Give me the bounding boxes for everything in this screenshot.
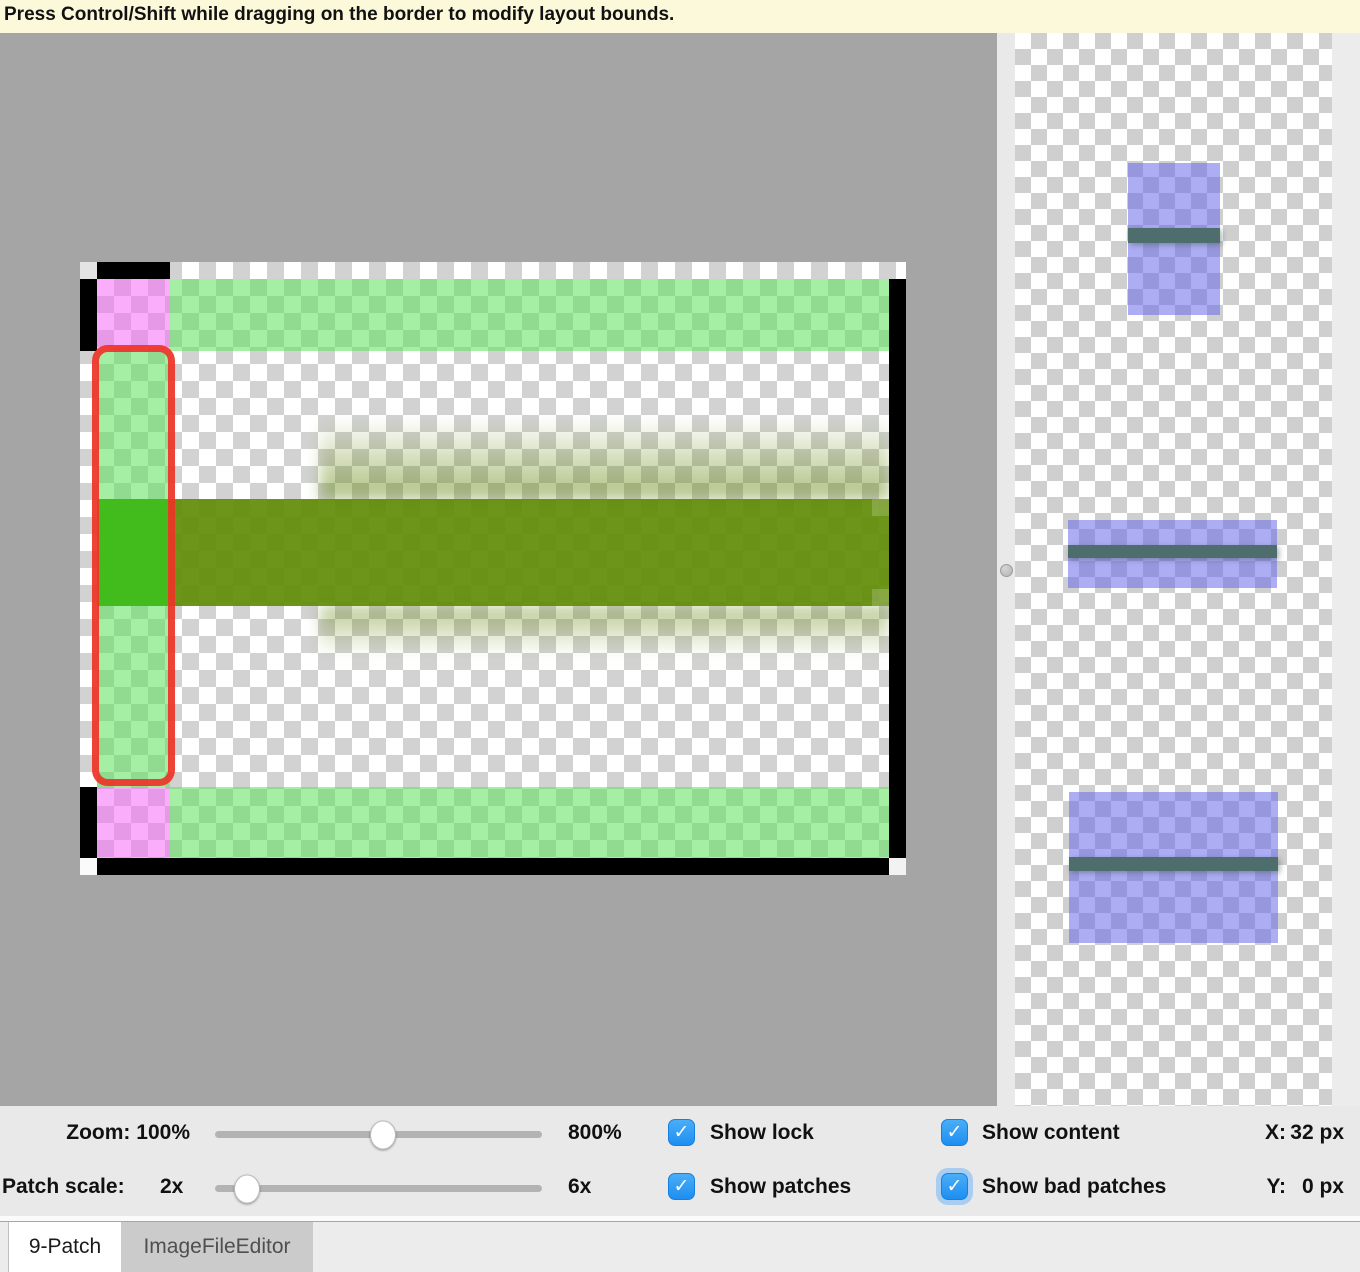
show-bad-patches-label[interactable]: Show bad patches	[982, 1175, 1166, 1199]
cursor-y-value: 0 px	[1286, 1175, 1344, 1199]
border-mark-right[interactable]	[889, 279, 906, 858]
corner-patch-bottom-left	[97, 787, 170, 858]
border-mark-bottom[interactable]	[97, 858, 889, 875]
show-bad-patches-checkbox[interactable]: ✓	[941, 1173, 968, 1200]
canvas-corner-bottom-right	[889, 858, 906, 875]
corner-patch-top-left	[97, 279, 170, 351]
zoom-slider[interactable]	[215, 1131, 542, 1138]
content-marker-pixel	[872, 589, 889, 606]
preview-divider-line	[1069, 857, 1278, 871]
preview-divider-line	[1128, 228, 1220, 243]
show-lock-label[interactable]: Show lock	[710, 1121, 814, 1145]
preview-panel	[1015, 33, 1332, 1106]
splitter-handle-icon[interactable]	[1000, 564, 1013, 577]
patch-scale-max-label: 6x	[568, 1175, 591, 1199]
preview-scroll-gutter[interactable]	[1332, 33, 1360, 1106]
hint-banner: Press Control/Shift while dragging on th…	[0, 0, 1360, 33]
cursor-x-value: 32 px	[1286, 1121, 1344, 1145]
preview-stretched-wide	[1068, 520, 1277, 588]
patch-scale-slider-thumb[interactable]	[234, 1174, 260, 1203]
bad-patch-outline	[92, 345, 175, 786]
zoom-slider-thumb[interactable]	[370, 1120, 396, 1149]
canvas-corner-bottom-left	[80, 858, 97, 875]
border-mark-left-lower[interactable]	[80, 787, 97, 858]
tab-9patch[interactable]: 9-Patch	[8, 1222, 122, 1272]
control-bar: Zoom: 100% 800% ✓ Show lock ✓ Show conte…	[0, 1106, 1360, 1216]
preview-stretched-tall	[1128, 163, 1220, 315]
bad-patch-haze-bottom	[320, 606, 890, 661]
preview-divider-line	[1068, 545, 1277, 558]
show-patches-label[interactable]: Show patches	[710, 1175, 851, 1199]
workspace	[0, 33, 1360, 1106]
show-content-label[interactable]: Show content	[982, 1121, 1120, 1145]
canvas-corner-top-left	[80, 262, 97, 279]
ninepatch-canvas[interactable]	[80, 262, 906, 875]
zoom-label: Zoom: 100%	[0, 1121, 190, 1145]
patch-scale-value: 2x	[160, 1175, 183, 1199]
stretch-patch-top	[170, 279, 889, 351]
tab-imagefileeditor[interactable]: ImageFileEditor	[121, 1222, 313, 1272]
checkmark-icon: ✓	[942, 1120, 967, 1145]
checkmark-icon: ✓	[942, 1174, 967, 1199]
tab-bar: 9-Patch ImageFileEditor	[0, 1222, 1360, 1272]
patch-scale-label: Patch scale:	[2, 1175, 125, 1199]
zoom-value: 100%	[136, 1121, 190, 1144]
show-content-checkbox[interactable]: ✓	[941, 1119, 968, 1146]
bad-patch-haze-top	[320, 417, 890, 499]
cursor-x-readout: X: 32 px	[1265, 1121, 1344, 1145]
editor-area	[0, 33, 997, 1106]
show-lock-checkbox[interactable]: ✓	[668, 1119, 695, 1146]
stretch-patch-bottom	[170, 787, 889, 858]
checkmark-icon: ✓	[669, 1174, 694, 1199]
preview-stretched-large	[1069, 792, 1278, 943]
patch-scale-slider[interactable]	[215, 1185, 542, 1192]
hint-banner-text: Press Control/Shift while dragging on th…	[4, 4, 674, 26]
content-marker-pixel	[872, 499, 889, 516]
border-mark-top[interactable]	[97, 262, 170, 279]
cursor-y-readout: Y: 0 px	[1267, 1175, 1344, 1199]
checkmark-icon: ✓	[669, 1120, 694, 1145]
content-band-olive	[97, 499, 889, 606]
panel-splitter[interactable]	[997, 33, 1015, 1106]
show-patches-checkbox[interactable]: ✓	[668, 1173, 695, 1200]
border-mark-left-upper[interactable]	[80, 279, 97, 351]
zoom-max-label: 800%	[568, 1121, 622, 1145]
